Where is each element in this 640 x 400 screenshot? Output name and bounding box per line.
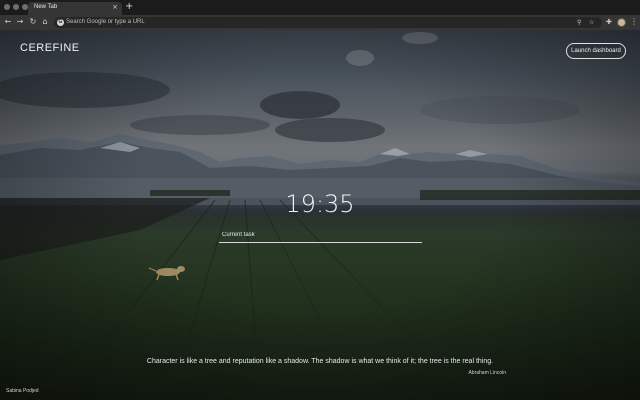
profile-avatar[interactable] <box>617 18 626 27</box>
tab-title: New Tab <box>34 4 58 10</box>
omnibox[interactable]: G Search Google or type a URL ⚲ ☆ <box>54 17 602 28</box>
new-tab-button[interactable]: + <box>125 1 133 13</box>
home-icon[interactable]: ⌂ <box>40 17 50 27</box>
brand-logo: CEREFINE <box>20 42 80 54</box>
launch-dashboard-button[interactable]: Launch dashboard <box>566 43 626 59</box>
active-tab[interactable]: New Tab × <box>28 2 122 15</box>
quote-text: Character is like a tree and reputation … <box>146 358 494 365</box>
bookmark-star-icon[interactable]: ☆ <box>589 18 594 27</box>
omnibox-placeholder[interactable]: Search Google or type a URL <box>66 18 145 27</box>
current-task-field <box>219 229 422 243</box>
new-tab-page: CEREFINE Launch dashboard 19:35 Characte… <box>0 30 640 400</box>
back-icon[interactable]: ← <box>3 17 13 27</box>
puzzle-icon[interactable]: ✚ <box>606 18 612 27</box>
tab-strip: New Tab × + <box>0 0 640 15</box>
kebab-menu-icon[interactable]: ⋮ <box>630 17 638 27</box>
tab-close-icon[interactable]: × <box>112 3 118 11</box>
photo-credit[interactable]: Sabina Podjed <box>6 388 39 394</box>
browser-toolbar: ← → ↻ ⌂ G Search Google or type a URL ⚲ … <box>0 15 640 30</box>
reload-icon[interactable]: ↻ <box>28 17 38 27</box>
current-task-input[interactable] <box>219 229 422 241</box>
clock: 19:35 <box>285 190 355 218</box>
forward-icon[interactable]: → <box>15 17 25 27</box>
minimize-window-button[interactable] <box>13 4 19 10</box>
google-icon: G <box>57 19 64 26</box>
window-controls <box>4 4 28 10</box>
zoom-icon[interactable]: ⚲ <box>577 18 581 27</box>
close-window-button[interactable] <box>4 4 10 10</box>
quote-author: Abraham Lincoln <box>468 370 506 376</box>
